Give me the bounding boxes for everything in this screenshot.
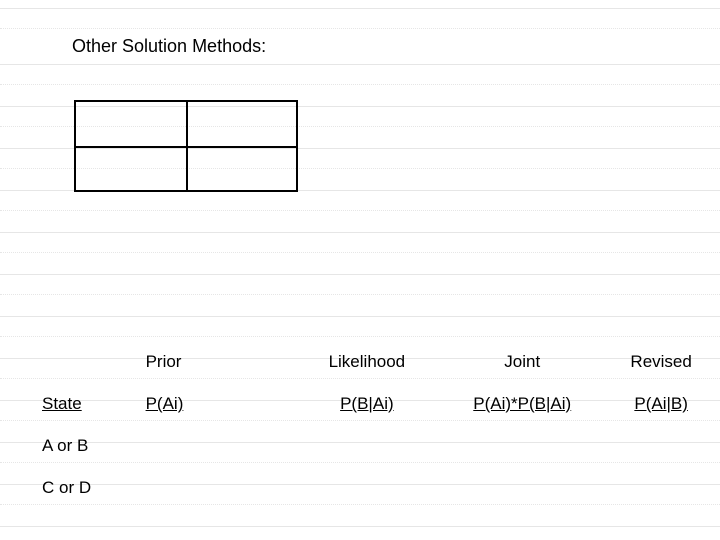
table-subheader-row: State P(Ai) P(B|Ai) P(Ai)*P(B|Ai) P(Ai|B… — [0, 394, 720, 414]
table-header-likelihood: Likelihood — [292, 352, 443, 372]
lined-background — [0, 0, 720, 540]
table-header-row: Prior Likelihood Joint Revised — [0, 352, 720, 372]
table-subheader-likelihood: P(B|Ai) — [292, 394, 443, 414]
table-subheader-joint: P(Ai)*P(B|Ai) — [442, 394, 602, 414]
table-header-prior: Prior — [146, 352, 292, 372]
table-header-state — [0, 352, 146, 372]
section-heading: Other Solution Methods: — [72, 36, 266, 57]
table-cell-state: C or D — [0, 478, 152, 498]
table-header-revised: Revised — [602, 352, 720, 372]
table-cell-state: A or B — [0, 436, 152, 456]
table-header-joint: Joint — [442, 352, 602, 372]
empty-2x2-grid — [74, 100, 298, 192]
table-subheader-prior: P(Ai) — [146, 394, 292, 414]
grid-hline — [76, 146, 296, 148]
table-subheader-revised: P(Ai|B) — [602, 394, 720, 414]
table-subheader-state: State — [0, 394, 146, 414]
table-row: C or D — [0, 478, 720, 498]
table-row: A or B — [0, 436, 720, 456]
